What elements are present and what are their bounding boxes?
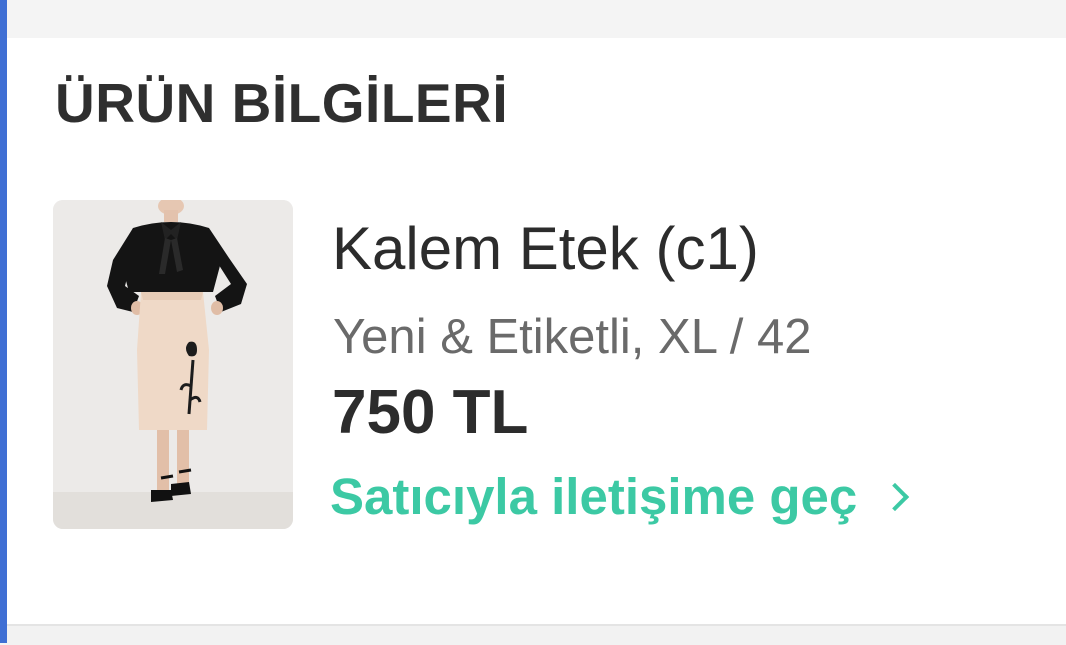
top-spacer [7,0,1066,38]
bottom-divider [7,624,1066,645]
section-title: ÜRÜN BİLGİLERİ [55,72,509,134]
product-price: 750 TL [332,378,529,447]
contact-seller-link[interactable]: Satıcıyla iletişime geç [330,466,910,526]
product-title[interactable]: Kalem Etek (c1) [332,219,759,279]
window-edge [0,0,7,643]
product-condition-size: Yeni & Etiketli, XL / 42 [333,310,812,364]
chevron-right-icon [881,482,910,512]
product-image[interactable] [53,200,293,529]
contact-seller-label: Satıcıyla iletişime geç [330,467,858,525]
